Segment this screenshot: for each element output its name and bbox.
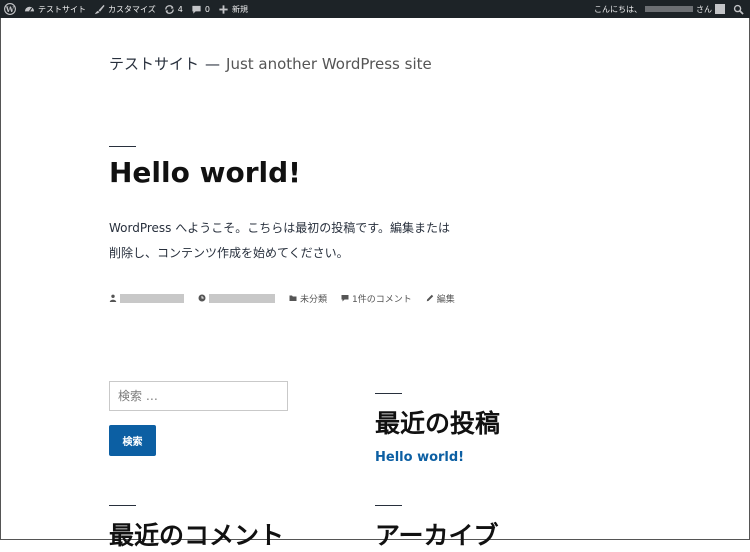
recent-posts-divider [375,393,402,394]
archives-divider [375,505,402,506]
site-name-menu[interactable]: テストサイト [20,0,90,18]
post-edit: 編集 [426,292,455,305]
post-comments: 1件のコメント [341,292,412,305]
category-link[interactable]: 未分類 [300,292,327,305]
post-content: WordPress へようこそ。こちらは最初の投稿です。編集または 削除し、コン… [109,216,489,266]
post-title: Hello world! [109,156,301,189]
comments-count: 0 [204,4,210,14]
post-meta: 未分類 1件のコメント 編集 [109,291,455,305]
search-button[interactable]: 検索 [109,425,156,456]
username-redacted [645,6,693,12]
clock-icon [198,294,206,302]
san-label: さん [696,4,712,14]
wordpress-logo-button[interactable]: W [0,0,20,18]
admin-bar: W テストサイト カスタマイズ 4 0 新規 こんにちは、 さん [0,0,750,18]
recent-post-link[interactable]: Hello world! [375,450,464,465]
site-description: Just another WordPress site [226,55,432,73]
post-divider [109,146,136,147]
post-body-line-1: WordPress へようこそ。こちらは最初の投稿です。編集または [109,221,451,235]
site-title-link[interactable]: テストサイト [109,55,199,73]
title-separator: — [205,55,221,73]
site-branding: テストサイト — Just another WordPress site [109,53,432,74]
search-input[interactable] [109,381,288,411]
new-content-button[interactable]: 新規 [214,0,252,18]
updates-button[interactable]: 4 [160,0,187,18]
search-icon [733,4,744,15]
avatar [715,4,725,14]
my-account-menu[interactable]: こんにちは、 さん [590,0,731,18]
recent-posts-title: 最近の投稿 [375,409,501,438]
post-category: 未分類 [289,292,327,305]
folder-icon [289,295,297,301]
customize-button[interactable]: カスタマイズ [90,0,160,18]
site-name-label: テストサイト [38,4,86,14]
author-redacted[interactable] [120,293,184,303]
updates-count: 4 [177,4,183,14]
comments-button[interactable]: 0 [187,0,214,18]
dashboard-icon [24,6,35,12]
new-label: 新規 [231,4,248,14]
greeting-label: こんにちは、 [594,4,642,14]
comments-link[interactable]: 1件のコメント [352,292,412,305]
wordpress-icon: W [4,3,16,15]
refresh-icon [164,4,174,14]
comment-bubble-icon [192,5,201,14]
recent-comments-divider [109,505,136,506]
svg-text:W: W [5,5,15,14]
customize-label: カスタマイズ [108,4,156,14]
author-icon [109,294,117,302]
brush-icon [94,4,105,14]
search-toggle-button[interactable] [731,0,750,18]
plus-icon [219,4,228,14]
pencil-icon [426,294,433,302]
edit-link[interactable]: 編集 [437,292,455,305]
post-body-line-2: 削除し、コンテンツ作成を始めてください。 [109,246,349,260]
post-date [198,293,275,303]
comment-icon [341,295,349,302]
archives-title: アーカイブ [375,521,499,550]
date-redacted[interactable] [209,293,275,303]
recent-comments-title: 最近のコメント [109,521,285,550]
